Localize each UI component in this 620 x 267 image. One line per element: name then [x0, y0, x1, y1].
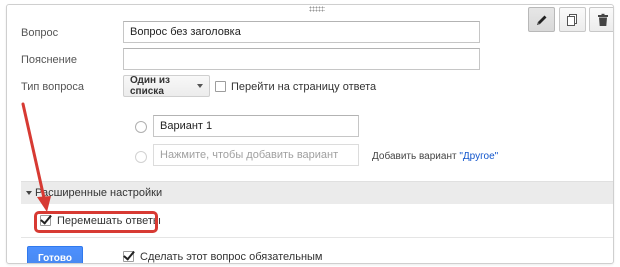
annotation-arrow — [21, 102, 51, 212]
